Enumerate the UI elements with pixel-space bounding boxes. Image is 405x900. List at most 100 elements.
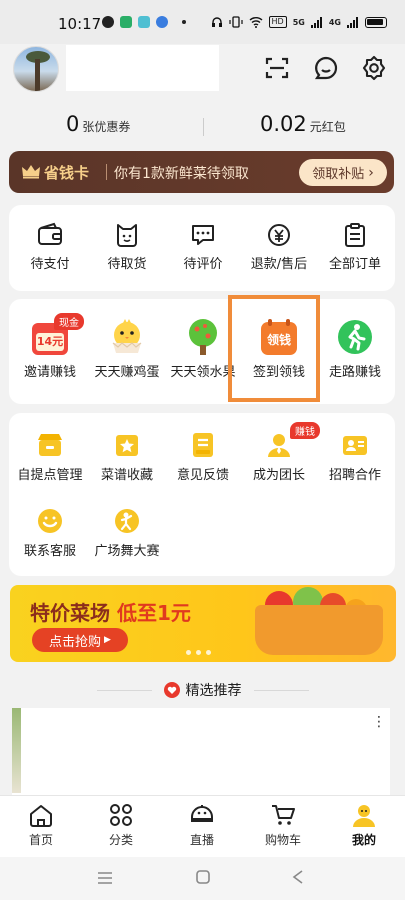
redpacket-amount[interactable]: 0.02 元红包 [260, 112, 346, 136]
wifi-icon [249, 17, 262, 28]
earn-walking[interactable]: 走路赚钱 [317, 317, 393, 380]
earn-card: 14元 现金 邀请赚钱 天天赚鸡蛋 天天领水果 领钱 签到领钱 走路赚钱 [9, 299, 395, 404]
feedback-icon [193, 433, 213, 457]
tab-cart[interactable]: 购物车 [248, 802, 318, 848]
live-icon [191, 805, 213, 822]
tool-customer-service[interactable]: 联系客服 [12, 506, 88, 559]
money-saving-card-bar[interactable]: 省钱卡 你有1款新鲜菜待领取 领取补贴 › [9, 151, 394, 193]
order-label: 待取货 [107, 257, 147, 272]
status-bar: 10:17 HD 5G 4G [0, 0, 405, 44]
tool-label: 招聘合作 [328, 468, 381, 483]
yen-refund-icon [268, 224, 290, 246]
headphones-icon [211, 17, 222, 27]
coupon-count[interactable]: 0 张优惠券 [66, 112, 130, 136]
tool-become-leader[interactable]: 赚钱 成为团长 [241, 422, 320, 483]
cash-badge: 现金 [54, 313, 84, 330]
message-button[interactable] [312, 54, 340, 82]
profile-icon [353, 805, 375, 827]
banner-title-a: 特价菜场 [30, 601, 110, 625]
tool-recruitment[interactable]: 招聘合作 [317, 430, 393, 483]
earn-eggs[interactable]: 天天赚鸡蛋 [89, 317, 165, 380]
tab-home[interactable]: 首页 [6, 802, 76, 848]
chat-dots-icon [192, 225, 214, 245]
username-area[interactable] [66, 45, 219, 91]
gear-icon [362, 55, 386, 81]
orders-card: 待支付 待取货 待评价 退款/售后 全部订单 [9, 205, 395, 291]
banner-title-b: 低至1元 [116, 601, 191, 625]
chick-icon [112, 319, 142, 353]
profile-header [0, 44, 405, 100]
leader-icon: 赚钱 [264, 422, 320, 460]
tab-label: 直播 [189, 833, 214, 847]
tab-label: 我的 [351, 833, 376, 847]
settings-button[interactable] [360, 54, 388, 82]
grab-deal-button[interactable]: 点击抢购 ▶ [32, 628, 128, 652]
order-label: 退款/售后 [250, 257, 308, 272]
order-pending-review[interactable]: 待评价 [165, 221, 241, 272]
hd-badge: HD [268, 16, 287, 28]
order-refund[interactable]: 退款/售后 [241, 221, 317, 272]
message-icon [314, 56, 338, 80]
order-pending-pickup[interactable]: 待取货 [89, 221, 165, 272]
play-arrow-icon: ▶ [104, 635, 111, 645]
home-icon [30, 805, 52, 827]
basket-illustration [255, 605, 383, 655]
tool-label: 广场舞大赛 [94, 544, 160, 559]
status-time: 10:17 [58, 15, 102, 33]
divider-right [253, 689, 309, 691]
menu-icon[interactable] [96, 871, 114, 885]
tab-mine[interactable]: 我的 [329, 802, 399, 848]
dot-icon [182, 20, 186, 24]
tool-pickup-point[interactable]: 自提点管理 [12, 430, 88, 483]
wechat-icon [120, 16, 132, 28]
chevron-right-icon: › [368, 164, 374, 181]
id-card-icon [343, 436, 367, 455]
claim-subsidy-button[interactable]: 领取补贴 › [299, 159, 387, 186]
order-all[interactable]: 全部订单 [317, 221, 393, 272]
more-icon[interactable]: ⋮ [372, 714, 386, 730]
signal-icon-2 [347, 16, 358, 28]
avatar[interactable] [13, 46, 59, 92]
tools-card: 自提点管理 菜谱收藏 意见反馈 赚钱 成为团长 招聘合作 联系客服 广场舞大赛 [9, 413, 395, 576]
signal-icon [310, 16, 322, 28]
walking-icon [338, 320, 372, 354]
divider [203, 118, 204, 136]
promo-text: 你有1款新鲜菜待领取 [114, 166, 249, 182]
redpacket-value: 0.02 [260, 112, 307, 136]
tool-label: 成为团长 [252, 468, 305, 483]
home-square-icon[interactable] [195, 869, 211, 885]
back-icon[interactable] [290, 869, 306, 885]
network-label-2: 4G [328, 17, 341, 27]
tool-feedback[interactable]: 意见反馈 [165, 430, 241, 483]
notification-icons [102, 16, 186, 28]
avatar-tree-trunk [35, 59, 40, 91]
earn-label: 走路赚钱 [328, 365, 381, 380]
wallet-icon [38, 222, 62, 245]
tab-live[interactable]: 直播 [167, 802, 237, 848]
earn-label: 天天赚鸡蛋 [94, 365, 160, 380]
tool-recipes[interactable]: 菜谱收藏 [89, 430, 165, 483]
tool-dance-contest[interactable]: 广场舞大赛 [89, 506, 165, 559]
tab-label: 购物车 [264, 833, 301, 847]
grab-deal-label: 点击抢购 [49, 634, 102, 650]
earn-invite[interactable]: 14元 现金 邀请赚钱 [12, 313, 88, 380]
vibrate-icon [228, 16, 243, 28]
recommend-card[interactable]: ⋮ [12, 708, 390, 798]
order-pending-payment[interactable]: 待支付 [12, 221, 88, 272]
tab-category[interactable]: 分类 [86, 802, 156, 848]
bottom-tab-bar: 首页 分类 直播 购物车 我的 [0, 795, 405, 857]
claim-subsidy-label: 领取补贴 [312, 167, 365, 182]
crown-icon [22, 165, 40, 179]
signin-highlight-box [228, 295, 320, 402]
smile-icon [38, 509, 62, 533]
balance-row: 0 张优惠券 0.02 元红包 [0, 106, 405, 144]
scan-button[interactable] [263, 54, 291, 82]
network-label: 5G [292, 17, 305, 27]
dance-icon [115, 509, 139, 533]
product-image [12, 708, 21, 793]
order-label: 全部订单 [328, 257, 381, 272]
banner-title: 特价菜场 低至1元 [30, 597, 191, 626]
coupon-value: 0 [66, 112, 80, 136]
promo-divider [106, 164, 107, 180]
system-navigation-bar [0, 857, 405, 900]
